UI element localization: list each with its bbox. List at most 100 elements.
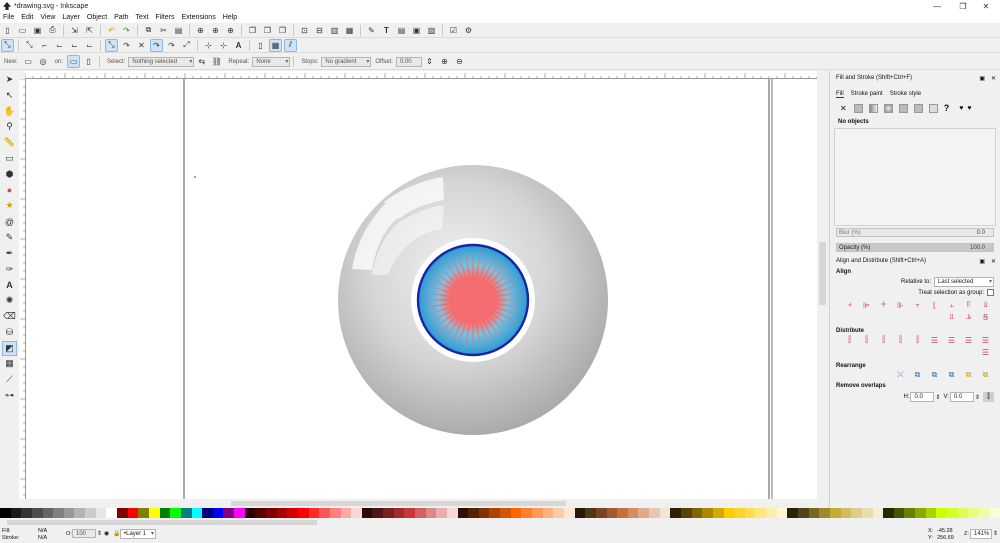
zoom-tool-icon[interactable]: ⚲ — [3, 120, 16, 133]
text-font-icon[interactable]: T — [381, 25, 392, 36]
palette-swatch[interactable] — [159, 508, 171, 518]
palette-swatch[interactable] — [883, 508, 894, 518]
palette-swatch[interactable] — [31, 508, 43, 518]
menu-object[interactable]: Object — [87, 14, 107, 21]
repeat-dropdown[interactable]: None ▾ — [252, 56, 291, 67]
palette-swatch[interactable] — [936, 508, 948, 518]
palette-swatch[interactable] — [180, 508, 192, 518]
dropper-tool-icon[interactable]: ⟋ — [3, 373, 16, 386]
palette-swatch[interactable] — [138, 508, 149, 518]
selector-tool-icon[interactable]: ➤ — [3, 73, 16, 86]
save-icon[interactable]: ▣ — [32, 25, 43, 36]
zoom-field[interactable]: 141% — [970, 529, 992, 539]
palette-swatch[interactable] — [670, 508, 681, 518]
palette-swatch[interactable] — [925, 508, 937, 518]
palette-swatch[interactable] — [340, 508, 352, 518]
palette-swatch[interactable] — [255, 508, 267, 518]
palette-swatch[interactable] — [266, 508, 277, 518]
snap-smooth-nodes-icon[interactable]: ↷ — [166, 40, 177, 51]
palette-swatch[interactable] — [500, 508, 511, 518]
palette-swatch[interactable] — [446, 508, 458, 518]
stroke-target-icon[interactable]: ▯ — [83, 56, 94, 67]
distribute-center-v-icon[interactable]: ☰ — [946, 335, 957, 345]
distribute-right-icon[interactable]: ⫿ — [878, 335, 889, 345]
align-right-to-left-icon[interactable]: ⫞ — [844, 300, 855, 310]
gradient-tool-icon[interactable]: ◩ — [2, 340, 17, 356]
3d-box-tool-icon[interactable]: ⬢ — [3, 168, 16, 181]
layer-dropdown[interactable]: •Layer 1 ▾ — [120, 529, 156, 539]
palette-swatch[interactable] — [978, 508, 990, 518]
exchange-z-order-icon[interactable]: ⧉ — [929, 370, 940, 380]
star-tool-icon[interactable]: ★ — [3, 199, 16, 212]
paste-icon[interactable]: ▤ — [173, 25, 184, 36]
palette-swatch[interactable] — [510, 508, 522, 518]
palette-swatch[interactable] — [915, 508, 926, 518]
eraser-tool-icon[interactable]: ⌫ — [3, 310, 16, 323]
snap-bbox-center-icon[interactable]: ⌙ — [84, 40, 95, 51]
add-stop-icon[interactable]: ⊕ — [439, 56, 450, 67]
palette-swatch[interactable] — [712, 508, 724, 518]
distribute-baseline-h-icon[interactable]: ⫿ — [912, 335, 923, 345]
h-spinbox[interactable]: 0.0 — [910, 392, 935, 402]
unclump-icon[interactable]: ⧉ — [980, 370, 991, 380]
palette-swatch[interactable] — [383, 508, 394, 518]
panel-close-icon[interactable]: ✕ — [991, 258, 996, 265]
align-left-to-right-icon[interactable]: ⫟ — [912, 300, 923, 310]
palette-swatch[interactable] — [947, 508, 958, 518]
exchange-selection-order-icon[interactable]: ⧉ — [912, 370, 923, 380]
menu-help[interactable]: Help — [223, 14, 237, 21]
document-properties-icon[interactable]: ⚙ — [463, 25, 474, 36]
snap-bbox-icon[interactable]: ⤡ — [24, 40, 35, 51]
distribute-gaps-v-icon[interactable]: ☰ — [980, 335, 991, 345]
color-palette[interactable] — [0, 508, 1000, 518]
palette-swatch[interactable] — [776, 508, 788, 518]
open-icon[interactable]: ▭ — [17, 25, 28, 36]
menu-file[interactable]: File — [3, 14, 14, 21]
align-bottom-edges-icon[interactable]: ⫫ — [946, 312, 957, 322]
palette-swatch[interactable] — [42, 508, 54, 518]
snap-rotation-center-icon[interactable]: ⊹ — [218, 40, 229, 51]
no-paint-icon[interactable]: ✕ — [840, 104, 847, 113]
palette-swatch[interactable] — [829, 508, 841, 518]
unlink-clone-icon[interactable]: ❐ — [277, 25, 288, 36]
palette-swatch[interactable] — [553, 508, 564, 518]
snap-path-icon[interactable]: ↷ — [121, 40, 132, 51]
distribute-top-icon[interactable]: ☰ — [929, 335, 940, 345]
palette-swatch[interactable] — [276, 508, 288, 518]
distribute-gaps-h-icon[interactable]: ⫿ — [895, 335, 906, 345]
tab-stroke-paint[interactable]: Stroke paint — [851, 91, 883, 97]
preferences-icon[interactable]: ☑ — [448, 25, 459, 36]
print-icon[interactable]: ⎙ — [47, 25, 58, 36]
palette-swatch[interactable] — [425, 508, 437, 518]
ellipse-tool-icon[interactable]: ● — [3, 184, 16, 197]
palette-swatch[interactable] — [191, 508, 203, 518]
opacity-slider[interactable]: Opacity (%) 100.0 — [836, 243, 994, 252]
menu-text[interactable]: Text — [136, 14, 149, 21]
pencil-tool-icon[interactable]: ✎ — [3, 231, 16, 244]
palette-swatch[interactable] — [95, 508, 107, 518]
center-horizontal-axis-icon[interactable]: ⫫ — [980, 300, 991, 310]
scroll-thumb[interactable] — [819, 242, 826, 305]
fill-rule-evenodd-icon[interactable]: ♥ — [959, 105, 963, 112]
reverse-gradient-icon[interactable]: ⇆ — [196, 56, 207, 67]
rectangle-tool-icon[interactable]: ▭ — [3, 152, 16, 165]
palette-swatch[interactable] — [808, 508, 820, 518]
remove-overlaps-button[interactable]: ⫿ — [983, 392, 994, 402]
palette-swatch[interactable] — [521, 508, 533, 518]
palette-swatch[interactable] — [372, 508, 384, 518]
palette-swatch[interactable] — [361, 508, 373, 518]
new-document-icon[interactable]: ▯ — [2, 25, 13, 36]
palette-scrollbar[interactable] — [0, 518, 1000, 527]
layers-icon[interactable]: ▦ — [344, 25, 355, 36]
palette-swatch[interactable] — [21, 508, 32, 518]
exchange-clockwise-icon[interactable]: ⧉ — [946, 370, 957, 380]
text-tool-icon[interactable]: A — [3, 278, 16, 291]
palette-swatch[interactable] — [840, 508, 852, 518]
zoom-page-icon[interactable]: ⊕ — [225, 25, 236, 36]
v-stepper-icon[interactable]: ⇕ — [975, 394, 980, 401]
clone-icon[interactable]: ❐ — [262, 25, 273, 36]
spray-tool-icon[interactable]: ✺ — [3, 294, 16, 307]
redo-icon[interactable]: ↷ — [121, 25, 132, 36]
panel-close-icon[interactable]: ✕ — [991, 75, 996, 82]
palette-swatch[interactable] — [819, 508, 830, 518]
